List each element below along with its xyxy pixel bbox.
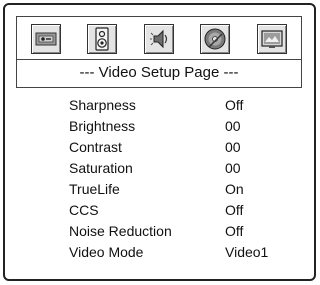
- general-setup-icon: [35, 32, 57, 46]
- audio-setup-icon: [150, 29, 168, 49]
- tab-general-setup[interactable]: [31, 24, 61, 54]
- setting-row-truelife[interactable]: TrueLife On: [0, 179, 320, 200]
- setting-label: Video Mode: [69, 244, 144, 260]
- setup-tab-bar: [16, 16, 302, 60]
- setting-row-saturation[interactable]: Saturation 00: [0, 158, 320, 179]
- setting-value: Off: [225, 202, 244, 218]
- tab-audio-setup[interactable]: [144, 24, 174, 54]
- setting-label: Brightness: [69, 118, 136, 134]
- setting-value: 00: [225, 160, 241, 176]
- setting-label: Saturation: [69, 160, 133, 176]
- setting-row-sharpness[interactable]: Sharpness Off: [0, 95, 320, 116]
- setting-value: Video1: [225, 244, 269, 260]
- setting-value: 00: [225, 118, 241, 134]
- setting-label: Sharpness: [69, 97, 136, 113]
- setting-label: Contrast: [69, 139, 122, 155]
- setting-value: 00: [225, 139, 241, 155]
- disc-setup-icon: [204, 28, 226, 50]
- speaker-setup-icon: [95, 27, 109, 51]
- setting-value: Off: [225, 97, 244, 113]
- setting-row-brightness[interactable]: Brightness 00: [0, 116, 320, 137]
- page-title: --- Video Setup Page ---: [16, 60, 302, 88]
- setting-row-ccs[interactable]: CCS Off: [0, 200, 320, 221]
- tab-disc-setup[interactable]: [200, 24, 230, 54]
- setting-label: CCS: [69, 202, 99, 218]
- setting-row-video-mode[interactable]: Video Mode Video1: [0, 242, 320, 263]
- video-setup-icon: [261, 30, 283, 48]
- tab-speaker-setup[interactable]: [87, 24, 117, 54]
- setting-value: Off: [225, 223, 244, 239]
- setting-row-contrast[interactable]: Contrast 00: [0, 137, 320, 158]
- setting-value: On: [225, 181, 244, 197]
- setting-label: TrueLife: [69, 181, 120, 197]
- setting-label: Noise Reduction: [69, 223, 172, 239]
- tab-video-setup[interactable]: [257, 24, 287, 54]
- setting-row-noise-reduction[interactable]: Noise Reduction Off: [0, 221, 320, 242]
